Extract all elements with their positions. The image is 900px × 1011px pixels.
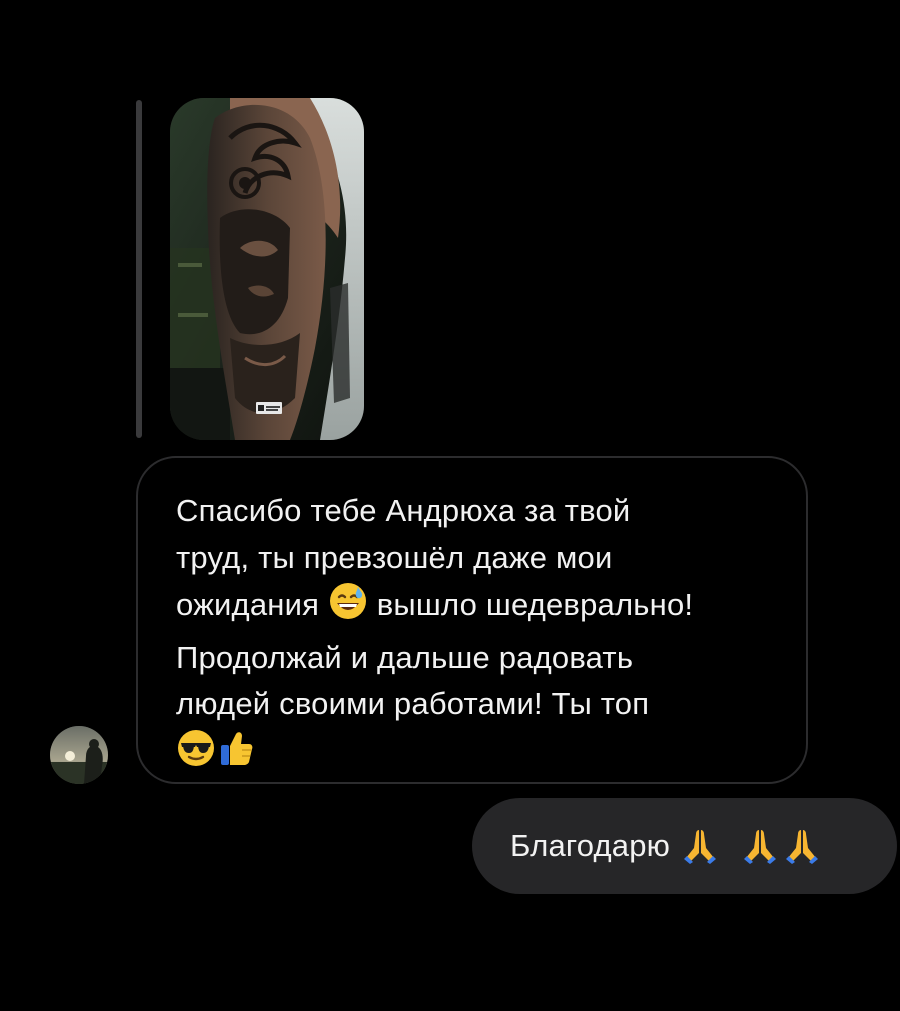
- avatar[interactable]: [50, 726, 108, 784]
- incoming-message-text: Спасибо тебе Андрюха за твой труд, ты пр…: [176, 488, 770, 781]
- message-line: людей своими работами! Ты топ: [176, 686, 650, 721]
- chat-screen: Спасибо тебе Андрюха за твой труд, ты пр…: [0, 0, 900, 1011]
- message-line: ожидания: [176, 587, 320, 622]
- message-line: вышло шедеврально!: [376, 587, 694, 622]
- thumbs-up-emoji-icon: [216, 728, 256, 782]
- incoming-message-bubble[interactable]: Спасибо тебе Андрюха за твой труд, ты пр…: [136, 456, 808, 784]
- folded-hands-emoji-icon: [786, 830, 819, 864]
- sunglasses-emoji-icon: [176, 728, 216, 782]
- shared-photo-message[interactable]: [170, 98, 364, 440]
- outgoing-message-bubble[interactable]: Благодарю: [472, 798, 897, 894]
- user-avatar-photo-icon: [50, 726, 108, 784]
- message-line: труд, ты превзошёл даже мои: [176, 539, 613, 575]
- message-line: Спасибо тебе Андрюха за твой: [176, 493, 631, 528]
- tattoo-sleeve-photo-icon: [170, 98, 364, 440]
- outgoing-message-text: Благодарю: [510, 828, 671, 863]
- folded-hands-emoji-icon: [744, 830, 777, 864]
- message-line: Продолжай и дальше радовать: [176, 639, 634, 675]
- grinning-sweat-emoji-icon: [328, 581, 368, 635]
- reply-indicator-bar: [136, 100, 142, 438]
- folded-hands-emoji-icon: [684, 830, 717, 864]
- outgoing-emoji-row: [680, 826, 822, 866]
